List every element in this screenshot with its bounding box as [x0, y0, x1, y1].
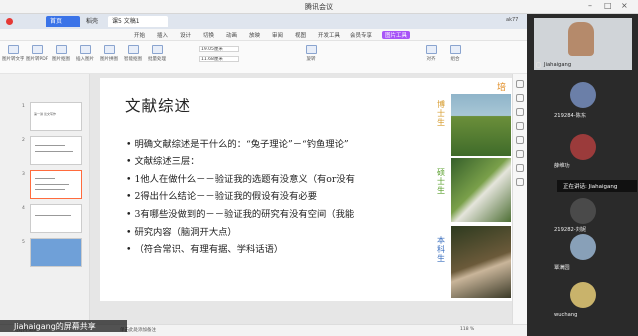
tool-smart-cutout[interactable]: 智能抠图 [122, 45, 144, 65]
tool-batch[interactable]: 批量处理 [146, 45, 168, 65]
thumbnail-slide-2[interactable] [30, 136, 82, 165]
tool-img2text[interactable]: 图片转文字 [2, 45, 24, 65]
maximize-icon[interactable]: □ [604, 1, 612, 10]
slide: 文献综述 • 明确文献综述是干什么的：“兔子理论”－“钓鱼理论” • 文献综述三… [100, 78, 512, 301]
thumbnail-slide-5[interactable] [30, 238, 82, 267]
menu-picture-tools[interactable]: 图片工具 [382, 31, 411, 39]
toolbar: 图片转文字 图片转PDF 图片抠图 插入图片 图片拼图 智能抠图 批量处理 19… [0, 41, 527, 74]
group-icon [449, 45, 461, 54]
landscape-image [451, 94, 511, 156]
video-tile-6[interactable]: wuchang [534, 278, 632, 324]
animate-icon[interactable] [516, 178, 524, 186]
tool-collage[interactable]: 图片拼图 [98, 45, 120, 65]
close-icon[interactable]: × [621, 1, 628, 10]
align-icon [425, 45, 437, 54]
tab-document[interactable]: 课5 文稿1 [108, 16, 168, 27]
menu-design[interactable]: 设计 [180, 31, 191, 39]
cutout-icon [55, 45, 67, 54]
side-label-ben: 本科生 [437, 236, 445, 263]
tool-insert-image[interactable]: 插入图片 [74, 45, 96, 65]
tool-align[interactable]: 对齐 [420, 45, 442, 65]
speaking-indicator: 正在讲话: Jiahaigang [557, 180, 637, 192]
video-tile-host[interactable]: Jiahaigang [534, 18, 632, 70]
insert-image-icon [79, 45, 91, 54]
bullet-7: • （符合常识、有理有据、学科话语） [126, 244, 284, 255]
avatar [570, 82, 596, 108]
menu-view[interactable]: 视图 [295, 31, 306, 39]
menu-slideshow[interactable]: 放映 [249, 31, 260, 39]
slide-title: 文献综述 [125, 97, 192, 115]
menu-start[interactable]: 开始 [134, 31, 145, 39]
tool-img2pdf[interactable]: 图片转PDF [26, 45, 48, 65]
slide-thumbnails: 1 第一讲 论文写作 2 3 4 5 [0, 74, 90, 324]
image-icon[interactable] [516, 150, 524, 158]
wps-tab-bar: 首页 稻壳 课5 文稿1 ak77 [0, 14, 527, 29]
tab-home[interactable]: 首页 [46, 16, 80, 27]
gear-icon[interactable] [516, 164, 524, 172]
menu-review[interactable]: 审阅 [272, 31, 283, 39]
host-face [568, 22, 594, 56]
video-tile-2[interactable]: 219284-陈东 [534, 74, 632, 120]
collage-icon [103, 45, 115, 54]
screen-share-label: Jiahaigang的屏幕共享 [0, 320, 127, 332]
pdf-icon [31, 45, 43, 54]
ribbon-menu: 开始 插入 设计 切换 动画 放映 审阅 视图 开发工具 会员专享 图片工具 [0, 29, 527, 41]
text-icon[interactable] [516, 122, 524, 130]
thumbnail-slide-4[interactable] [30, 204, 82, 233]
menu-insert[interactable]: 插入 [157, 31, 168, 39]
thumbnail-slide-3[interactable] [30, 170, 82, 199]
menu-developer[interactable]: 开发工具 [318, 31, 340, 39]
window-title: 腾讯会议 [305, 3, 333, 11]
bird-image [451, 158, 511, 222]
avatar [570, 234, 596, 260]
image-icon [7, 45, 19, 54]
menu-transition[interactable]: 切换 [203, 31, 214, 39]
bullet-5: • 3有哪些没做到的－－验证我的研究有没有空间（我能 [126, 209, 355, 220]
tool-group[interactable]: 组合 [444, 45, 466, 65]
video-tile-3[interactable]: 薛维功 [534, 128, 632, 174]
rabbit-image [451, 226, 511, 298]
side-label-top: 培 [497, 83, 507, 93]
rotate-icon [305, 45, 317, 54]
menu-member[interactable]: 会员专享 [350, 31, 372, 39]
tool-rotate[interactable]: 旋转 [300, 45, 322, 65]
minimize-icon[interactable]: – [588, 1, 592, 10]
mic-icon [536, 62, 541, 68]
thumbnail-slide-1[interactable]: 第一讲 论文写作 [30, 102, 82, 131]
height-field[interactable]: 19.05厘米 [199, 46, 239, 52]
side-label-bo: 博士生 [437, 100, 445, 127]
tool-cutout[interactable]: 图片抠图 [50, 45, 72, 65]
style-icon[interactable] [516, 80, 524, 88]
right-toolbar [512, 74, 527, 324]
participant-panel: Jiahaigang 219284-陈东 薛维功 正在讲话: Jiahaigan… [527, 14, 638, 336]
smart-cutout-icon [127, 45, 139, 54]
avatar [570, 134, 596, 160]
bullet-1: • 明确文献综述是干什么的：“兔子理论”－“钓鱼理论” [126, 139, 349, 150]
select-icon[interactable] [516, 108, 524, 116]
zoom-level[interactable]: 118 % [460, 327, 474, 332]
cursor-icon[interactable] [516, 136, 524, 144]
wps-logo-icon [6, 18, 13, 25]
bullet-2: • 文献综述三层： [126, 156, 200, 167]
bullet-6: • 研究内容（脑洞开大点） [126, 227, 237, 238]
shared-screen: 首页 稻壳 课5 文稿1 ak77 开始 插入 设计 切换 动画 放映 审阅 视… [0, 14, 527, 336]
batch-icon [151, 45, 163, 54]
avatar [570, 198, 596, 224]
bullet-3: • 1他人在做什么－－验证我的选题有没意义（有or没有 [126, 174, 355, 185]
user-badge[interactable]: ak77 [506, 17, 518, 23]
width-field[interactable]: 11.68厘米 [199, 56, 239, 62]
window-titlebar: 腾讯会议 – □ × [0, 0, 638, 14]
avatar [570, 282, 596, 308]
menu-animation[interactable]: 动画 [226, 31, 237, 39]
side-label-shuo: 硕士生 [437, 168, 445, 195]
bullet-4: • 2得出什么结论－－验证我的假设有没有必要 [126, 191, 317, 202]
shape-icon[interactable] [516, 94, 524, 102]
video-tile-5[interactable]: 覃满园 [534, 232, 632, 278]
